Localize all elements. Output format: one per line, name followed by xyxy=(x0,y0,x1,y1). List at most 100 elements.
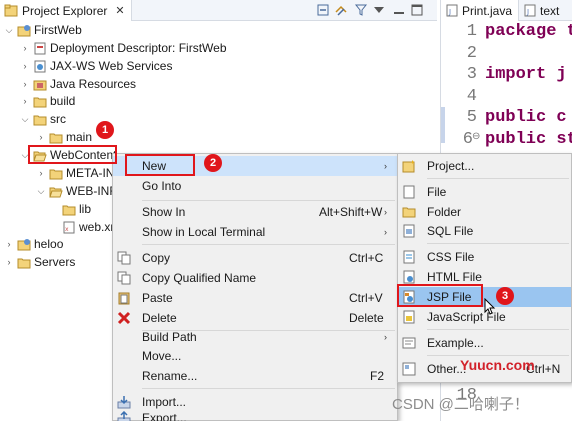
editor-tab-bar: J Print.java J text xyxy=(441,0,572,21)
folder-open-icon xyxy=(49,185,63,198)
submenu-arrow-icon: › xyxy=(384,332,387,342)
paste-icon xyxy=(117,291,131,305)
web-services-icon xyxy=(33,60,47,73)
menu-item-export[interactable]: Export... xyxy=(113,411,397,421)
expanded-chevron-icon[interactable]: ⌵ xyxy=(36,186,46,196)
tree-item-label: FirstWeb xyxy=(34,23,82,37)
tree-item-label: Java Resources xyxy=(50,77,137,91)
svg-text:x: x xyxy=(65,226,69,233)
submenu-arrow-icon: › xyxy=(384,161,387,171)
folder-icon xyxy=(17,256,31,269)
collapsed-chevron-icon[interactable]: › xyxy=(20,43,30,53)
expanded-chevron-icon[interactable]: ⌵ xyxy=(4,25,14,35)
menu-item-file[interactable]: File xyxy=(398,182,571,202)
menu-separator xyxy=(142,388,395,389)
fold-marker-icon[interactable]: ⊖ xyxy=(472,131,480,142)
expanded-chevron-icon[interactable]: ⌵ xyxy=(20,114,30,124)
tree-item-meta-inf[interactable]: › META-IN xyxy=(36,164,115,182)
menu-item-rename[interactable]: Rename... F2 xyxy=(113,366,397,386)
folder-icon xyxy=(33,95,47,108)
submenu-arrow-icon: › xyxy=(384,207,387,217)
tab-label: Print.java xyxy=(462,3,513,18)
menu-item-copy[interactable]: Copy Ctrl+C xyxy=(113,248,397,268)
tab-title: Project Explorer xyxy=(22,3,108,18)
tree-item-label: src xyxy=(50,112,66,126)
menu-item-shortcut: Ctrl+V xyxy=(349,291,383,305)
menu-item-folder[interactable]: Folder xyxy=(398,202,571,222)
tree-item-web-inf[interactable]: ⌵ WEB-INF xyxy=(36,182,117,200)
folder-icon xyxy=(49,167,63,180)
collapsed-chevron-icon[interactable]: › xyxy=(20,79,30,89)
maximize-icon[interactable] xyxy=(410,3,424,17)
collapsed-chevron-icon[interactable]: › xyxy=(20,96,30,106)
menu-item-import[interactable]: Import... xyxy=(113,392,397,412)
collapsed-chevron-icon[interactable]: › xyxy=(36,132,46,142)
code-line: import j xyxy=(485,65,567,84)
menu-item-label: SQL File xyxy=(427,224,474,238)
deployment-descriptor-icon xyxy=(33,42,47,55)
close-icon[interactable]: ✕ xyxy=(115,4,124,17)
menu-item-label: Show In xyxy=(142,205,186,219)
step-badge-1: 1 xyxy=(96,121,114,139)
menu-item-css-file[interactable]: CSS File xyxy=(398,247,571,267)
collapsed-chevron-icon[interactable]: › xyxy=(36,168,46,178)
tree-item-lib[interactable]: lib xyxy=(62,200,91,218)
folder-icon xyxy=(49,131,63,144)
svg-text:J: J xyxy=(448,8,451,16)
menu-separator xyxy=(142,244,395,245)
tree-item-main[interactable]: › main xyxy=(36,128,93,146)
xml-file-icon: x xyxy=(62,221,76,234)
tree-item-label: WEB-INF xyxy=(66,184,117,198)
menu-item-show-in-local-terminal[interactable]: Show in Local Terminal › xyxy=(113,222,397,242)
import-icon xyxy=(117,395,131,409)
menu-item-copy-qualified-name[interactable]: Copy Qualified Name xyxy=(113,268,397,288)
context-menu: New › Go Into Show In Alt+Shift+W › Show… xyxy=(112,153,398,421)
tree-item-src[interactable]: ⌵ src xyxy=(20,110,66,128)
annotation-box-new xyxy=(125,154,195,176)
web-project-icon xyxy=(17,24,31,37)
example-icon xyxy=(402,336,416,350)
line-number: 4 xyxy=(466,87,477,106)
menu-item-delete[interactable]: Delete Delete xyxy=(113,308,397,328)
tab-project-explorer[interactable]: Project Explorer ✕ xyxy=(0,0,132,21)
menu-item-example[interactable]: Example... xyxy=(398,333,571,353)
view-menu-icon[interactable] xyxy=(372,3,386,17)
tree-item-heloo[interactable]: › heloo xyxy=(4,235,64,253)
filter-icon[interactable] xyxy=(354,3,368,17)
menu-item-move[interactable]: Move... xyxy=(113,346,397,366)
tree-item-java-resources[interactable]: › Java Resources xyxy=(20,75,137,93)
menu-item-paste[interactable]: Paste Ctrl+V xyxy=(113,288,397,308)
submenu-arrow-icon: › xyxy=(384,227,387,237)
explorer-tab-bar: Project Explorer ✕ xyxy=(0,0,437,21)
csdn-watermark: CSDN @二哈喇子！ xyxy=(392,396,529,413)
link-with-editor-icon[interactable] xyxy=(334,3,348,17)
menu-separator xyxy=(427,329,569,330)
yuucn-watermark: Yuucn.com xyxy=(460,357,535,373)
tree-item-jax-ws[interactable]: › JAX-WS Web Services xyxy=(20,57,173,75)
collapsed-chevron-icon[interactable]: › xyxy=(4,239,14,249)
menu-item-go-into[interactable]: Go Into xyxy=(113,176,397,196)
new-folder-icon xyxy=(402,205,416,219)
menu-item-label: Rename... xyxy=(142,369,198,383)
tree-item-servers[interactable]: › Servers xyxy=(4,253,76,271)
menu-item-build-path[interactable]: Build Path › xyxy=(113,327,397,347)
menu-item-label: CSS File xyxy=(427,250,475,264)
menu-item-project[interactable]: Project... xyxy=(398,156,571,176)
tree-item-deployment-descriptor[interactable]: › Deployment Descriptor: FirstWeb xyxy=(20,39,227,57)
html-file-icon xyxy=(402,270,416,284)
folder-icon xyxy=(33,113,47,126)
sql-file-icon xyxy=(402,224,416,238)
tab-print-java[interactable]: J Print.java xyxy=(441,0,519,21)
tree-item-firstweb[interactable]: ⌵ FirstWeb xyxy=(4,21,82,39)
menu-item-show-in[interactable]: Show In Alt+Shift+W › xyxy=(113,202,397,222)
collapsed-chevron-icon[interactable]: › xyxy=(20,61,30,71)
menu-item-sql-file[interactable]: SQL File xyxy=(398,221,571,241)
collapsed-chevron-icon[interactable]: › xyxy=(4,257,14,267)
tab-text[interactable]: J text xyxy=(519,0,572,21)
menu-item-shortcut: Ctrl+C xyxy=(349,251,384,265)
tree-item-web-xml[interactable]: x web.xn xyxy=(62,218,117,236)
collapse-all-icon[interactable] xyxy=(316,3,330,17)
svg-text:J: J xyxy=(526,8,529,16)
tree-item-build[interactable]: › build xyxy=(20,92,76,110)
minimize-icon[interactable] xyxy=(392,3,406,17)
